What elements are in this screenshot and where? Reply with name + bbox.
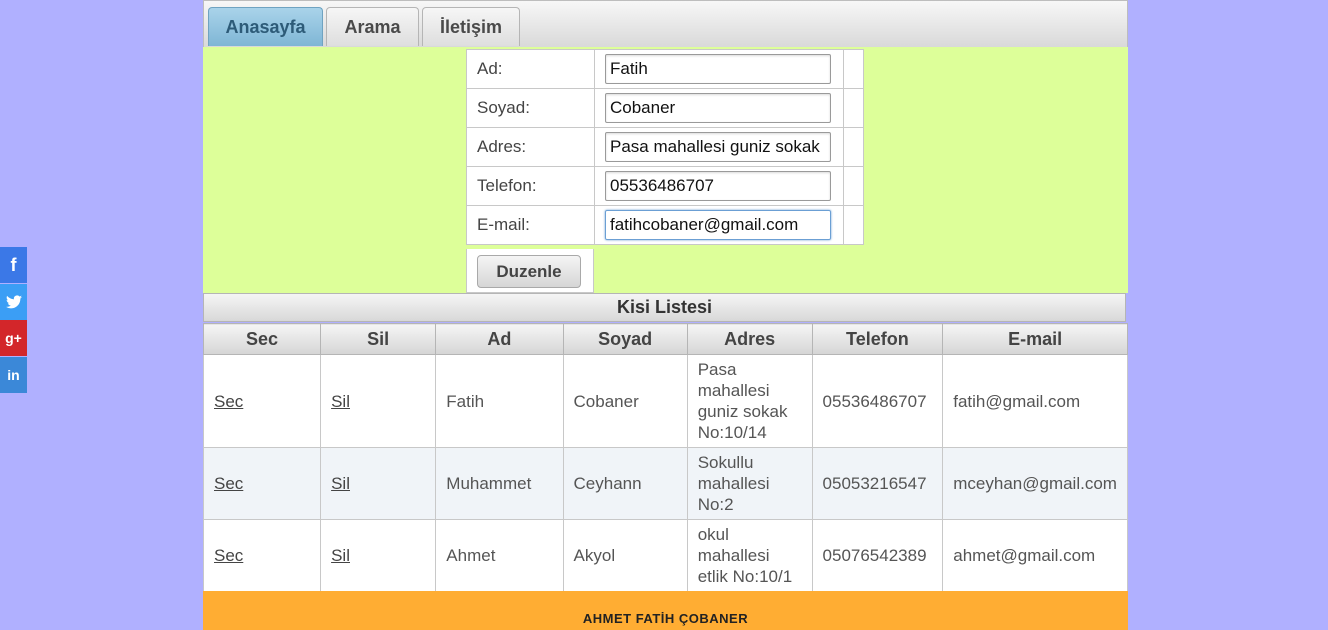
cell-email: ahmet@gmail.com (942, 519, 1128, 592)
soyad-input[interactable]: Cobaner (605, 93, 831, 123)
label-ad: Ad: (466, 49, 595, 89)
table-row: Sec Sil Ahmet Akyol okul mahallesi etlik… (203, 519, 1128, 592)
column-header-sil: Sil (320, 323, 437, 355)
tab-bar: Anasayfa Arama İletişim (203, 0, 1128, 48)
google-plus-icon[interactable]: g+ (0, 320, 27, 356)
twitter-icon[interactable] (0, 283, 27, 320)
cell-telefon: 05053216547 (811, 447, 944, 520)
column-header-adres: Adres (686, 323, 813, 355)
cell-soyad: Akyol (562, 519, 688, 592)
cell-ad: Fatih (435, 354, 564, 448)
column-header-soyad: Soyad (562, 323, 688, 355)
tab-arama[interactable]: Arama (326, 7, 419, 46)
table-row: Sec Sil Fatih Cobaner Pasa mahallesi gun… (203, 354, 1128, 448)
cell-adres: okul mahallesi etlik No:10/1 (686, 519, 813, 592)
sil-link[interactable]: Sil (331, 474, 350, 493)
footer: AHMET FATİH ÇOBANER (203, 591, 1128, 630)
label-soyad: Soyad: (466, 88, 595, 128)
linkedin-icon[interactable]: in (0, 356, 27, 393)
tab-iletisim[interactable]: İletişim (422, 7, 520, 46)
facebook-icon[interactable]: f (0, 247, 27, 283)
tab-anasayfa[interactable]: Anasayfa (208, 7, 323, 46)
column-header-email: E-mail (942, 323, 1128, 355)
cell-email: mceyhan@gmail.com (942, 447, 1128, 520)
cell-email: fatih@gmail.com (942, 354, 1128, 448)
cell-ad: Muhammet (435, 447, 564, 520)
column-header-sec: Sec (203, 323, 322, 355)
column-header-ad: Ad (435, 323, 564, 355)
main-page: Anasayfa Arama İletişim Ad: Fatih Soyad:… (203, 0, 1128, 630)
cell-soyad: Ceyhann (562, 447, 688, 520)
sec-link[interactable]: Sec (214, 392, 243, 411)
label-adres: Adres: (466, 127, 595, 167)
sil-link[interactable]: Sil (331, 546, 350, 565)
sec-link[interactable]: Sec (214, 546, 243, 565)
edit-form: Ad: Fatih Soyad: Cobaner Adres: Pasa mah… (466, 49, 864, 245)
label-telefon: Telefon: (466, 166, 595, 206)
sil-link[interactable]: Sil (331, 392, 350, 411)
table-row: Sec Sil Muhammet Ceyhann Sokullu mahalle… (203, 447, 1128, 520)
duzenle-button[interactable]: Duzenle (477, 255, 581, 288)
cell-soyad: Cobaner (562, 354, 688, 448)
social-share-bar: f g+ in (0, 247, 27, 393)
list-title: Kisi Listesi (203, 293, 1126, 322)
person-table: Sec Sil Ad Soyad Adres Telefon E-mail Se… (203, 323, 1128, 592)
edit-form-area: Ad: Fatih Soyad: Cobaner Adres: Pasa mah… (203, 47, 1128, 293)
telefon-input[interactable]: 05536486707 (605, 171, 831, 201)
email-input[interactable]: fatihcobaner@gmail.com (605, 210, 831, 240)
cell-adres: Pasa mahallesi guniz sokak No:10/14 (686, 354, 813, 448)
cell-telefon: 05536486707 (811, 354, 944, 448)
adres-input[interactable]: Pasa mahallesi guniz sokak (605, 132, 831, 162)
sec-link[interactable]: Sec (214, 474, 243, 493)
cell-adres: Sokullu mahallesi No:2 (686, 447, 813, 520)
ad-input[interactable]: Fatih (605, 54, 831, 84)
cell-ad: Ahmet (435, 519, 564, 592)
form-actions: Duzenle (466, 249, 594, 293)
label-email: E-mail: (466, 205, 595, 245)
cell-telefon: 05076542389 (811, 519, 944, 592)
column-header-telefon: Telefon (811, 323, 944, 355)
